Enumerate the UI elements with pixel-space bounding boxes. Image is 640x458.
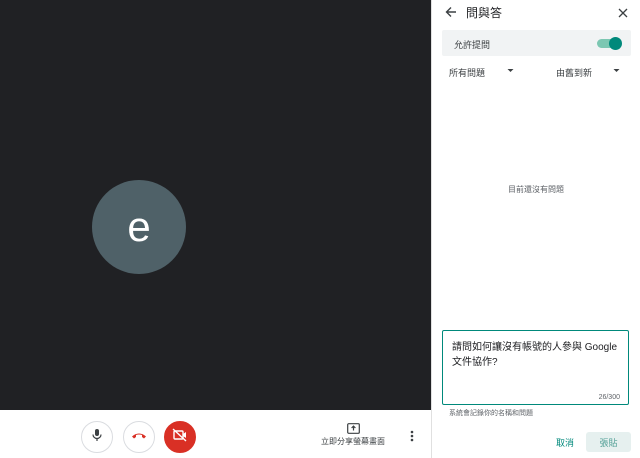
call-controls-bar: 立即分享螢幕畫面 — [0, 410, 431, 458]
allow-questions-label: 允許提問 — [454, 40, 491, 50]
videocam-off-icon — [172, 427, 188, 447]
camera-toggle-button[interactable] — [164, 421, 196, 453]
more-options-button[interactable] — [410, 429, 414, 447]
toggle-knob — [609, 37, 622, 50]
privacy-hint: 系統會記錄你的名稱和問題 — [449, 410, 533, 417]
leave-call-button[interactable] — [123, 421, 155, 453]
qa-panel: 問與答 允許提問 所有問題 由舊到新 目前還沒有問題 請問如何讓沒有帳號的人參與… — [432, 0, 640, 458]
post-button[interactable]: 張貼 — [586, 432, 631, 452]
call-end-icon — [131, 428, 147, 446]
back-arrow-icon[interactable] — [445, 5, 457, 23]
mic-icon — [91, 428, 103, 447]
char-counter: 26/300 — [598, 394, 620, 401]
question-input-box[interactable]: 請問如何讓沒有帳號的人參與 Google 文件協作? 26/300 — [442, 330, 629, 405]
allow-questions-toggle[interactable] — [597, 37, 622, 50]
question-input[interactable]: 請問如何讓沒有帳號的人參與 Google 文件協作? — [452, 340, 624, 370]
present-to-all-icon — [318, 423, 388, 434]
video-stage: e — [0, 0, 431, 410]
empty-state-text: 目前還沒有問題 — [508, 185, 564, 194]
present-now-button[interactable]: 立即分享螢幕畫面 — [318, 423, 388, 447]
sort-dropdown[interactable]: 由舊到新 — [556, 66, 592, 79]
microphone-button[interactable] — [81, 421, 113, 453]
more-vertical-icon — [410, 429, 414, 446]
close-icon[interactable] — [618, 5, 628, 23]
sort-caret-icon[interactable] — [613, 66, 620, 76]
qa-panel-header: 問與答 — [432, 0, 640, 24]
panel-title: 問與答 — [466, 6, 503, 20]
allow-questions-row: 允許提問 — [442, 30, 631, 56]
filter-caret-icon[interactable] — [507, 66, 514, 76]
filter-dropdown[interactable]: 所有問題 — [449, 66, 485, 79]
cancel-button[interactable]: 取消 — [548, 432, 582, 452]
participant-avatar: e — [92, 180, 186, 274]
present-now-label: 立即分享螢幕畫面 — [321, 437, 385, 446]
question-filters: 所有問題 由舊到新 — [432, 62, 640, 80]
